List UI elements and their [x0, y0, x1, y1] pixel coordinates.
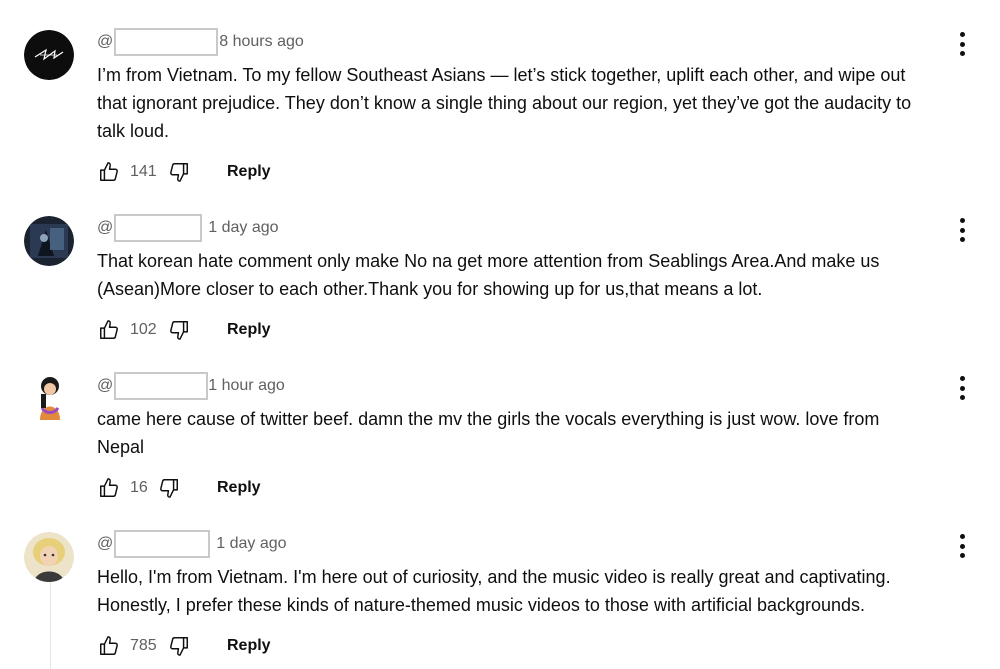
redacted-username	[114, 214, 203, 242]
comment-actions: 16 Reply	[97, 474, 261, 502]
redacted-username	[114, 28, 219, 56]
thumbs-down-icon[interactable]	[167, 318, 191, 342]
comment-text: Hello, I'm from Vietnam. I'm here out of…	[97, 567, 891, 615]
comment-text: came here cause of twitter beef. damn th…	[97, 409, 880, 457]
comment-actions: 141 Reply	[97, 158, 271, 186]
reply-button[interactable]: Reply	[227, 321, 271, 339]
comment-actions: 785 Reply	[97, 632, 271, 660]
comment-thread: @ 1 day ago Hello, I'm from Vietnam. I'm…	[0, 530, 1000, 669]
redacted-username	[114, 372, 209, 400]
comment-text: I’m from Vietnam. To my fellow Southeast…	[97, 65, 912, 141]
comment-timestamp[interactable]: 8 hours ago	[219, 33, 304, 51]
like-count: 16	[130, 479, 148, 496]
reply-button[interactable]: Reply	[227, 637, 271, 655]
comment-timestamp[interactable]: 1 day ago	[208, 219, 278, 237]
more-actions-icon[interactable]	[951, 374, 973, 402]
like-count: 141	[130, 163, 157, 180]
thumbs-up-icon[interactable]	[97, 476, 121, 500]
author-handle-prefix[interactable]: @	[97, 377, 113, 395]
comment-text: That korean hate comment only make No na…	[97, 251, 880, 299]
reply-button[interactable]: Reply	[227, 163, 271, 181]
thumbs-down-icon[interactable]	[157, 476, 181, 500]
comment-timestamp[interactable]: 1 day ago	[216, 535, 286, 553]
comment-timestamp[interactable]: 1 hour ago	[208, 377, 285, 395]
avatar[interactable]	[24, 216, 74, 266]
more-actions-icon[interactable]	[951, 532, 973, 560]
comment-thread: @ 1 day ago That korean hate comment onl…	[0, 214, 1000, 356]
avatar[interactable]	[24, 532, 74, 582]
reply-button[interactable]: Reply	[217, 479, 261, 497]
more-actions-icon[interactable]	[951, 216, 973, 244]
comments-section: @ 8 hours ago I’m from Vietnam. To my fe…	[0, 0, 1000, 669]
thumbs-up-icon[interactable]	[97, 634, 121, 658]
thumbs-down-icon[interactable]	[167, 634, 191, 658]
like-count: 785	[130, 637, 157, 654]
thumbs-up-icon[interactable]	[97, 160, 121, 184]
author-handle-prefix[interactable]: @	[97, 219, 113, 237]
redacted-username	[114, 530, 211, 558]
author-handle-prefix[interactable]: @	[97, 33, 113, 51]
thumbs-up-icon[interactable]	[97, 318, 121, 342]
avatar[interactable]	[24, 374, 74, 424]
comment-thread: @ 8 hours ago I’m from Vietnam. To my fe…	[0, 28, 1000, 190]
comment-header: @ 1 hour ago	[97, 372, 285, 400]
thumbs-down-icon[interactable]	[167, 160, 191, 184]
more-actions-icon[interactable]	[951, 30, 973, 58]
comment-header: @ 1 day ago	[97, 530, 287, 558]
comment-header: @ 1 day ago	[97, 214, 279, 242]
comment-actions: 102 Reply	[97, 316, 271, 344]
avatar[interactable]	[24, 30, 74, 80]
author-handle-prefix[interactable]: @	[97, 535, 113, 553]
like-count: 102	[130, 321, 157, 338]
comment-thread: @ 1 hour ago came here cause of twitter …	[0, 372, 1000, 514]
reply-thread-line	[50, 582, 51, 669]
comment-header: @ 8 hours ago	[97, 28, 304, 56]
